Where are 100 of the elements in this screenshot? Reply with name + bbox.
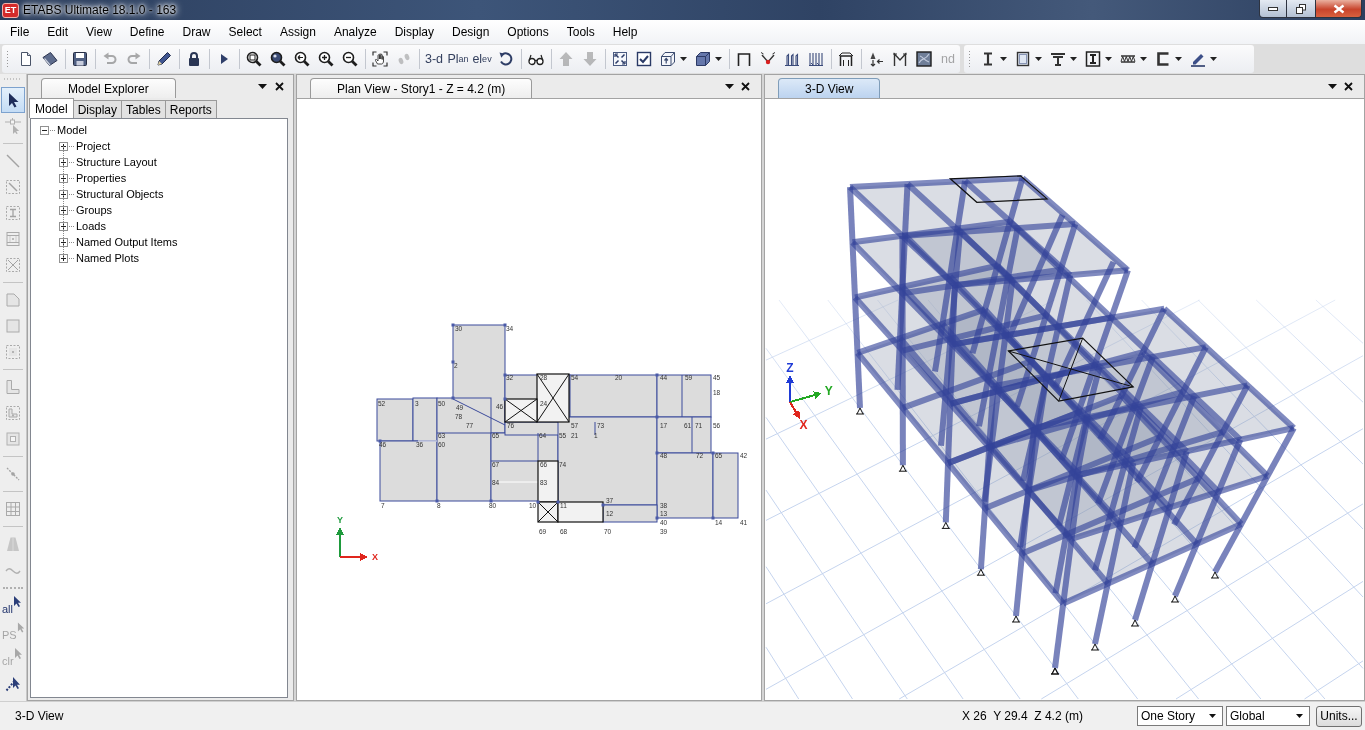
caret-icon[interactable] xyxy=(725,84,734,89)
close-button[interactable] xyxy=(1316,0,1362,18)
axis-label: X xyxy=(799,418,808,433)
tree-toggle-icon[interactable] xyxy=(59,157,68,167)
frame-icon xyxy=(736,51,752,67)
cube-icon xyxy=(695,51,711,67)
menu-item[interactable]: View xyxy=(77,22,121,42)
tree-toggle-icon[interactable] xyxy=(59,237,68,247)
c-shape-icon xyxy=(5,379,21,395)
explorer-tab[interactable]: Model xyxy=(29,98,74,118)
close-icon[interactable] xyxy=(741,82,750,91)
pencil-icon xyxy=(156,51,172,67)
zoom-back-icon xyxy=(294,51,310,67)
restore-icon xyxy=(1296,3,1306,14)
vertex-icon xyxy=(760,51,776,67)
close-icon[interactable] xyxy=(275,82,284,91)
cursor-icon xyxy=(16,622,24,633)
close-icon xyxy=(1332,3,1345,14)
grip-icon[interactable] xyxy=(968,50,971,68)
ruled-box-icon xyxy=(5,231,21,247)
tool-button[interactable]: all xyxy=(1,593,25,619)
caret-icon xyxy=(1296,714,1303,718)
channel-icon xyxy=(1155,51,1171,67)
units-button[interactable]: Units... xyxy=(1316,705,1362,727)
caret-icon xyxy=(1035,57,1042,61)
tree-item[interactable]: Structure Layout xyxy=(75,156,158,168)
close-icon[interactable] xyxy=(1344,82,1353,91)
caret-icon xyxy=(715,57,722,61)
caret-icon xyxy=(1070,57,1077,61)
columns-icon xyxy=(784,51,800,67)
tree-item[interactable]: Loads xyxy=(75,220,107,232)
menu-item[interactable]: Tools xyxy=(557,22,604,42)
boxed-i-icon xyxy=(1085,51,1101,67)
menu-item[interactable]: Define xyxy=(120,22,174,42)
dotted-line-icon xyxy=(5,466,21,482)
menu-item[interactable]: Draw xyxy=(173,22,220,42)
tree-item[interactable]: Project xyxy=(75,140,112,152)
explorer-tab[interactable]: Tables xyxy=(121,100,166,118)
portal-frame-icon xyxy=(838,51,854,67)
restore-button[interactable] xyxy=(1287,0,1316,18)
menu-item[interactable]: Select xyxy=(219,22,271,42)
arrows-icon xyxy=(868,51,884,67)
tree-item[interactable]: Named Plots xyxy=(75,252,140,264)
pen-line-icon xyxy=(1190,51,1206,67)
status-view-label: 3-D View xyxy=(15,709,64,723)
rectangle-icon xyxy=(5,318,21,334)
tree-toggle-icon[interactable] xyxy=(59,141,68,151)
reshape-pointer-icon xyxy=(5,118,21,134)
axis-label: Y xyxy=(824,384,833,399)
tree-toggle-icon[interactable] xyxy=(59,173,68,183)
coordinate-system-dropdown[interactable]: Global xyxy=(1226,706,1310,726)
dotted-pointer-icon xyxy=(5,676,21,692)
rotate-icon xyxy=(498,51,514,67)
cursor-coordinates: X 26 Y 29.4 Z 4.2 (m) xyxy=(962,709,1084,723)
caret-icon xyxy=(1000,57,1007,61)
tree-item[interactable]: Named Output Items xyxy=(75,236,179,248)
menu-item[interactable]: Help xyxy=(603,22,647,42)
m-frame-icon xyxy=(892,51,908,67)
new-file-icon xyxy=(18,51,34,67)
zoom-in-icon xyxy=(318,51,334,67)
minimize-icon xyxy=(1268,6,1278,11)
box-section-icon xyxy=(1015,51,1031,67)
view-tab[interactable]: 3-D View xyxy=(778,78,881,98)
panel-tab[interactable]: Model Explorer xyxy=(41,78,176,98)
tree-toggle-icon[interactable] xyxy=(59,189,68,199)
grip-icon[interactable] xyxy=(6,50,9,68)
menu-item[interactable]: Display xyxy=(385,22,443,42)
menu-item[interactable]: Analyze xyxy=(324,22,386,42)
caret-icon xyxy=(680,57,687,61)
polygon-icon xyxy=(5,292,21,308)
dashed-c-icon xyxy=(5,405,21,421)
tree-item[interactable]: Properties xyxy=(75,172,128,184)
menu-item[interactable]: Options xyxy=(498,22,558,42)
tree-toggle-icon[interactable] xyxy=(59,253,68,263)
tree-item[interactable]: Structural Objects xyxy=(75,188,165,200)
cursor-icon xyxy=(13,596,21,607)
explorer-tab[interactable]: Display xyxy=(72,100,123,118)
tree-toggle-icon[interactable] xyxy=(59,205,68,215)
dashed-i-box-icon xyxy=(5,205,21,221)
column-grid-icon xyxy=(808,51,824,67)
story-dropdown[interactable]: One Story xyxy=(1137,706,1223,726)
tree-toggle-icon[interactable] xyxy=(40,125,49,135)
caret-icon[interactable] xyxy=(1328,84,1337,89)
minimize-button[interactable] xyxy=(1259,0,1287,18)
grid-icon xyxy=(5,501,21,517)
tree-item[interactable]: Model xyxy=(56,124,88,136)
menu-item[interactable]: File xyxy=(1,22,39,42)
menu-item[interactable]: Assign xyxy=(270,22,325,42)
explorer-tab[interactable]: Reports xyxy=(164,100,217,118)
dashed-line-box-icon xyxy=(5,179,21,195)
toolbar-button[interactable]: 3-d xyxy=(422,47,446,71)
view-tab[interactable]: Plan View - Story1 - Z = 4.2 (m) xyxy=(310,78,533,98)
menu-item[interactable]: Design xyxy=(443,22,499,42)
footprints-icon xyxy=(396,51,412,67)
tree-item[interactable]: Groups xyxy=(75,204,114,216)
caret-icon[interactable] xyxy=(258,84,267,89)
tree-toggle-icon[interactable] xyxy=(59,221,68,231)
menu-item[interactable]: Edit xyxy=(38,22,78,42)
redo-icon xyxy=(126,51,142,67)
tool-button[interactable] xyxy=(1,87,25,113)
